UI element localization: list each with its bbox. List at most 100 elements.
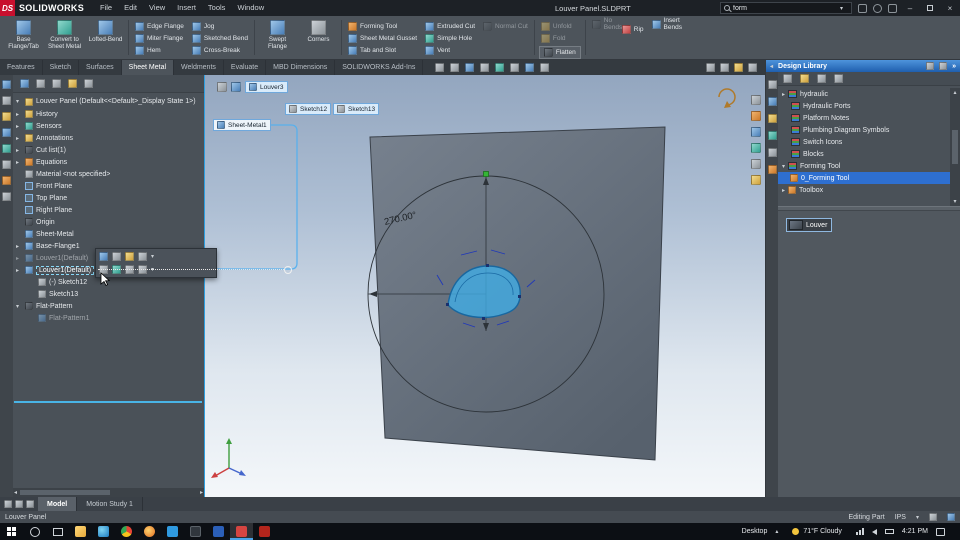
expand-icon[interactable]: [16, 159, 22, 166]
tree-item-equations[interactable]: Equations: [13, 156, 204, 168]
hide-show-items-icon[interactable]: [480, 63, 490, 72]
sheet-metal1-callout[interactable]: Sheet-Metal1: [213, 119, 271, 131]
chrome-app[interactable]: [115, 523, 138, 540]
scroll-right-icon[interactable]: [200, 489, 203, 496]
expand-icon[interactable]: [16, 267, 22, 274]
show-display-pane-icon[interactable]: [52, 79, 61, 88]
view-palette-tab-icon[interactable]: [767, 131, 777, 140]
tag-icon[interactable]: [947, 513, 955, 521]
expand-icon[interactable]: [782, 163, 785, 170]
cam-tab-icon[interactable]: [2, 160, 11, 169]
breadcrumb-feature-chip[interactable]: Louver3: [245, 81, 288, 93]
cross-break-button[interactable]: Cross-Break: [190, 45, 250, 56]
lofted-bend-button[interactable]: Lofted-Bend: [87, 18, 124, 44]
appearance-target-icon[interactable]: [751, 111, 761, 121]
zoom-to-selection-icon[interactable]: [138, 252, 147, 261]
pane-collapse-icon[interactable]: [2, 192, 11, 201]
scroll-up-icon[interactable]: [953, 89, 956, 96]
options-icon[interactable]: [858, 3, 867, 13]
unfold-button[interactable]: Unfold: [539, 21, 581, 32]
expand-icon[interactable]: [16, 303, 22, 310]
library-item-0-forming-tool[interactable]: 0_Forming Tool: [778, 172, 950, 184]
terminal-app[interactable]: [184, 523, 207, 540]
expand-icon[interactable]: [16, 111, 22, 118]
tree-item-top-plane[interactable]: Top Plane: [13, 192, 204, 204]
menu-insert[interactable]: Insert: [171, 0, 202, 16]
featuremanager-tab-icon[interactable]: [2, 80, 11, 89]
scroll-down-icon[interactable]: [953, 198, 956, 205]
forming-tool-button[interactable]: Forming Tool: [346, 21, 419, 32]
minimize-button[interactable]: –: [903, 2, 917, 14]
add-file-location-icon[interactable]: [817, 74, 826, 83]
refresh-library-icon[interactable]: [834, 74, 843, 83]
close-button[interactable]: ×: [943, 2, 957, 14]
scene-icon[interactable]: [525, 63, 535, 72]
transparency-icon[interactable]: [751, 159, 761, 169]
network-icon[interactable]: [855, 528, 864, 535]
settings-icon[interactable]: [734, 63, 743, 72]
acrobat-app[interactable]: [253, 523, 276, 540]
help-icon[interactable]: [888, 3, 897, 13]
tab-scroll-prev-icon[interactable]: [15, 500, 23, 508]
menu-view[interactable]: View: [143, 0, 171, 16]
home-tab-icon[interactable]: [767, 80, 777, 89]
new-motion-study-icon[interactable]: [26, 500, 34, 508]
tree-pin-icon[interactable]: [84, 79, 93, 88]
word-app[interactable]: [207, 523, 230, 540]
tab-and-slot-button[interactable]: Tab and Slot: [346, 45, 419, 56]
expand-icon[interactable]: [16, 123, 22, 130]
displaymanager-tab-icon[interactable]: [2, 144, 11, 153]
edit-feature-icon[interactable]: [99, 252, 108, 261]
tree-horizontal-scrollbar[interactable]: [13, 488, 204, 497]
back-icon[interactable]: [770, 63, 773, 70]
vent-button[interactable]: Vent: [423, 45, 477, 56]
hem-button[interactable]: Hem: [133, 45, 186, 56]
simple-hole-button[interactable]: Simple Hole: [423, 33, 477, 44]
weather-widget[interactable]: 71°F Cloudy: [786, 528, 848, 535]
sketch12-tag[interactable]: Sketch12: [285, 103, 332, 115]
design-library-tab-icon[interactable]: [767, 97, 777, 106]
tree-item-history[interactable]: History: [13, 108, 204, 120]
status-units[interactable]: IPS: [895, 514, 906, 521]
corners-button[interactable]: Corners: [300, 18, 337, 44]
dimxpertmanager-tab-icon[interactable]: [2, 128, 11, 137]
collapse-pane-icon[interactable]: »: [952, 63, 956, 70]
quick-tips-icon[interactable]: [929, 513, 937, 521]
feature-breadcrumb-icon[interactable]: [231, 82, 241, 92]
tab-sketch[interactable]: Sketch: [43, 60, 80, 75]
tree-root[interactable]: Louver Panel (Default<<Default>_Display …: [13, 95, 204, 108]
expand-icon[interactable]: [782, 187, 785, 194]
menu-edit[interactable]: Edit: [118, 0, 143, 16]
wrench-icon[interactable]: [926, 62, 935, 70]
extruded-cut-button[interactable]: Extruded Cut: [423, 21, 477, 32]
library-item-forming-tool[interactable]: Forming Tool: [778, 160, 950, 172]
library-back-icon[interactable]: [783, 74, 792, 83]
clock[interactable]: 4:21 PM: [902, 528, 928, 535]
library-item-blocks[interactable]: Blocks: [778, 148, 950, 160]
tab-surfaces[interactable]: Surfaces: [79, 60, 122, 75]
decal-icon[interactable]: [751, 127, 761, 137]
library-item-toolbox[interactable]: Toolbox: [778, 184, 950, 196]
search-box[interactable]: [720, 2, 852, 14]
normal-cut-button[interactable]: Normal Cut: [481, 21, 530, 32]
sustainability-tab-icon[interactable]: [2, 176, 11, 185]
zoom-fit-icon[interactable]: [435, 63, 445, 72]
edge-app[interactable]: [92, 523, 115, 540]
graphics-area[interactable]: 270.00° Louver3 Sketch12 Sketch13 Sheet-…: [205, 75, 765, 497]
tree-item-cut-list[interactable]: Cut list(1): [13, 144, 204, 156]
tree-item-sheet-metal[interactable]: Sheet-Metal: [13, 228, 204, 240]
vscode-app[interactable]: [161, 523, 184, 540]
library-scrollbar[interactable]: [950, 88, 960, 206]
appearances-icon[interactable]: [495, 63, 505, 72]
tree-item-annotations[interactable]: Annotations: [13, 132, 204, 144]
tab-motion-study-1[interactable]: Motion Study 1: [77, 497, 143, 511]
swept-flange-button[interactable]: Swept Flange: [259, 18, 296, 51]
action-center-icon[interactable]: [936, 527, 945, 536]
tree-filter-icon[interactable]: [20, 79, 29, 88]
insert-bends-button[interactable]: Insert Bends: [650, 17, 682, 32]
scene-target-icon[interactable]: [751, 143, 761, 153]
expand-icon[interactable]: [16, 255, 22, 262]
desktop-label[interactable]: Desktop: [742, 528, 768, 535]
expand-icon[interactable]: [16, 98, 22, 105]
camera-icon[interactable]: [720, 63, 729, 72]
